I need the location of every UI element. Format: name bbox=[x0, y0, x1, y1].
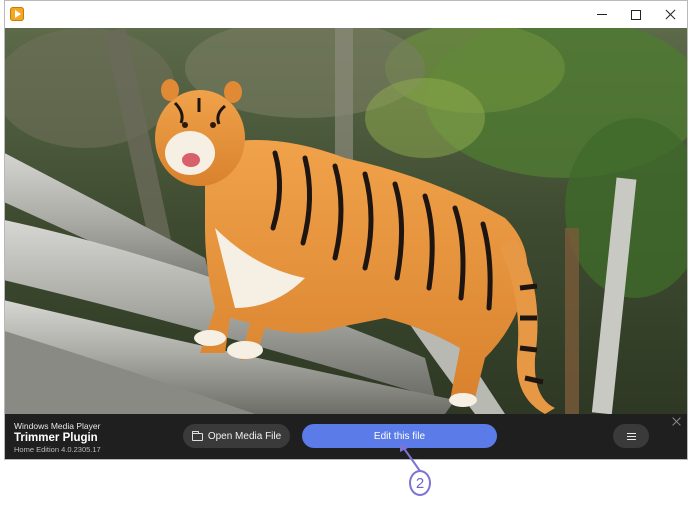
minimize-icon bbox=[597, 14, 607, 15]
open-media-file-label: Open Media File bbox=[207, 430, 282, 442]
control-bar: Windows Media Player Trimmer Plugin Home… bbox=[5, 414, 687, 459]
media-player-window: Windows Media Player Trimmer Plugin Home… bbox=[4, 0, 688, 460]
tiger-video-image bbox=[5, 28, 687, 414]
control-bar-close-icon[interactable] bbox=[672, 417, 681, 426]
app-icon bbox=[10, 7, 24, 21]
menu-button[interactable] bbox=[613, 424, 649, 448]
close-icon bbox=[665, 9, 676, 20]
title-bar bbox=[5, 1, 687, 28]
brand-title: Trimmer Plugin bbox=[14, 432, 98, 444]
video-frame[interactable] bbox=[5, 28, 687, 414]
brand-subtitle: Windows Media Player bbox=[14, 421, 101, 431]
folder-icon bbox=[191, 430, 203, 441]
step-callout-badge: 2 bbox=[409, 470, 431, 496]
close-button[interactable] bbox=[653, 1, 687, 28]
edit-this-file-label: Edit this file bbox=[373, 430, 426, 442]
hamburger-icon bbox=[626, 432, 636, 440]
maximize-icon bbox=[631, 9, 641, 20]
brand-version: Home Edition 4.0.2305.17 bbox=[14, 445, 101, 454]
edit-this-file-button[interactable]: Edit this file bbox=[302, 424, 497, 448]
minimize-button[interactable] bbox=[585, 1, 619, 28]
open-media-file-button[interactable]: Open Media File bbox=[183, 424, 290, 448]
maximize-button[interactable] bbox=[619, 1, 653, 28]
